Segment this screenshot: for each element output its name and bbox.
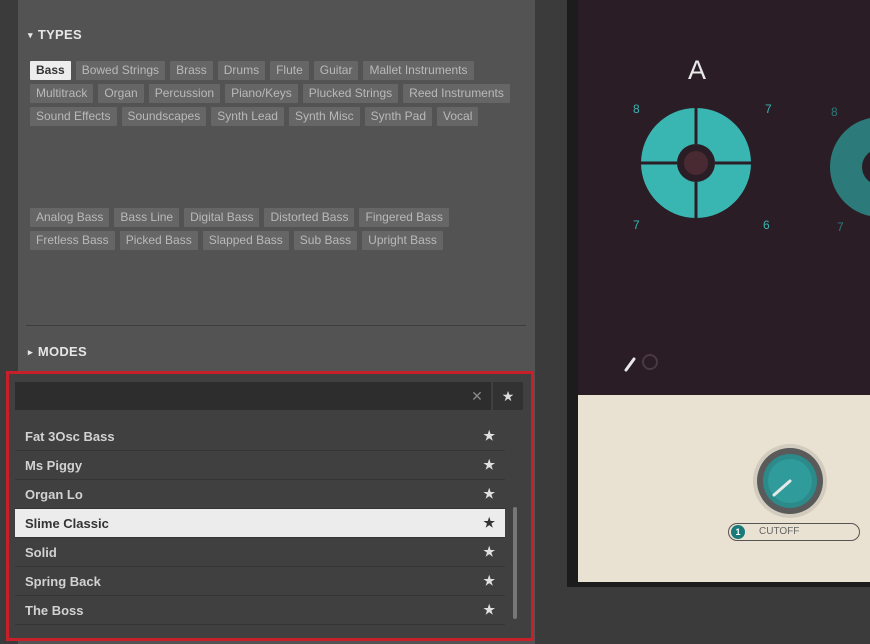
types-header[interactable]: ▾ TYPES xyxy=(28,27,82,42)
result-name: Organ Lo xyxy=(25,486,83,502)
number-label: 6 xyxy=(763,218,770,232)
pencil-icon xyxy=(624,357,636,372)
type-tag[interactable]: Sub Bass xyxy=(293,231,358,250)
favorite-star-icon[interactable]: ★ xyxy=(483,602,495,618)
result-row[interactable]: Fat 3Osc Bass ★ xyxy=(15,422,505,451)
type-tag[interactable]: Bass xyxy=(30,61,71,80)
collapsed-triangle-icon: ▸ xyxy=(28,347,33,358)
type-tag[interactable]: Fretless Bass xyxy=(30,231,115,250)
result-row[interactable]: Slime Classic ★ xyxy=(15,509,505,538)
result-name: Spring Back xyxy=(25,573,101,589)
modes-heading: MODES xyxy=(37,344,87,359)
number-label: 7 xyxy=(837,220,844,234)
type-tags: Bass Bowed Strings Brass Drums Flute Guitar Ma… xyxy=(30,61,518,126)
type-tag[interactable]: Drums xyxy=(217,61,266,80)
edit-controls xyxy=(624,354,658,372)
knob-label: CUTOFF xyxy=(759,526,800,537)
type-tag[interactable]: Mallet Instruments xyxy=(363,61,474,80)
type-tag[interactable]: Synth Pad xyxy=(364,107,433,126)
instrument-panel: A 8 7 7 6 8 7 1 CUTOFF xyxy=(567,0,870,587)
result-name: Solid xyxy=(25,544,57,560)
type-tag[interactable]: Piano/Keys xyxy=(225,84,298,103)
type-tag[interactable]: Vocal xyxy=(437,107,479,126)
clear-search-icon[interactable]: ✕ xyxy=(463,382,491,410)
result-row[interactable]: Spring Back ★ xyxy=(15,567,505,596)
type-tag[interactable]: Fingered Bass xyxy=(359,208,449,227)
favorite-star-icon[interactable]: ★ xyxy=(483,428,495,444)
type-tag[interactable]: Bass Line xyxy=(114,208,180,227)
result-row[interactable]: The Boss ★ xyxy=(15,596,505,625)
type-tag[interactable]: Guitar xyxy=(313,61,359,80)
expanded-triangle-icon: ▾ xyxy=(28,30,33,41)
result-name: The Boss xyxy=(25,602,84,618)
result-row[interactable]: Solid ★ xyxy=(15,538,505,567)
result-row[interactable]: Organ Lo ★ xyxy=(15,480,505,509)
results-panel: ✕ ★ Fat 3Osc Bass ★ Ms Piggy ★ Organ Lo ★ Slim… xyxy=(6,371,534,641)
type-tag[interactable]: Picked Bass xyxy=(119,231,198,250)
type-tag[interactable]: Percussion xyxy=(148,84,221,103)
types-heading: TYPES xyxy=(37,27,82,42)
macro-badge: 1 xyxy=(731,525,745,539)
type-tag[interactable]: Distorted Bass xyxy=(264,208,355,227)
instrument-display: A 8 7 7 6 8 7 xyxy=(578,0,870,395)
type-tag[interactable]: Synth Misc xyxy=(288,107,360,126)
type-tag[interactable]: Reed Instruments xyxy=(403,84,510,103)
favorite-star-icon[interactable]: ★ xyxy=(483,544,495,560)
section-label: A xyxy=(688,55,707,85)
number-label: 8 xyxy=(633,102,640,116)
number-label: 7 xyxy=(633,218,640,232)
subtype-tags: Analog Bass Bass Line Digital Bass Distorte… xyxy=(30,208,518,250)
search-input[interactable] xyxy=(15,382,463,410)
type-tag[interactable]: Organ xyxy=(98,84,144,103)
favorite-star-icon[interactable]: ★ xyxy=(483,457,495,473)
type-tag[interactable]: Slapped Bass xyxy=(202,231,289,250)
divider xyxy=(26,325,526,326)
type-tag[interactable]: Plucked Strings xyxy=(302,84,399,103)
cutoff-knob[interactable] xyxy=(752,443,828,523)
favorites-filter-button[interactable]: ★ xyxy=(493,382,523,410)
type-tag[interactable]: Synth Lead xyxy=(211,107,284,126)
favorite-star-icon[interactable]: ★ xyxy=(483,486,495,502)
results-list: Fat 3Osc Bass ★ Ms Piggy ★ Organ Lo ★ Slime Cl… xyxy=(15,422,505,625)
result-name: Fat 3Osc Bass xyxy=(25,428,115,444)
type-tag[interactable]: Digital Bass xyxy=(184,208,260,227)
result-name: Slime Classic xyxy=(25,515,109,531)
type-tag[interactable]: Soundscapes xyxy=(121,107,207,126)
result-row[interactable]: Ms Piggy ★ xyxy=(15,451,505,480)
type-tag[interactable]: Multitrack xyxy=(30,84,94,103)
type-tag[interactable]: Bowed Strings xyxy=(75,61,166,80)
type-tag[interactable]: Analog Bass xyxy=(30,208,110,227)
type-tag[interactable]: Brass xyxy=(170,61,213,80)
control-panel: 1 CUTOFF xyxy=(578,395,870,582)
results-scrollbar[interactable] xyxy=(513,507,517,619)
sequencer-ring[interactable] xyxy=(641,108,751,218)
number-label: 7 xyxy=(765,102,772,116)
circle-icon xyxy=(642,354,658,370)
sequencer-ring-partial[interactable] xyxy=(828,117,870,217)
favorite-star-icon[interactable]: ★ xyxy=(483,515,495,531)
type-tag[interactable]: Sound Effects xyxy=(30,107,117,126)
result-name: Ms Piggy xyxy=(25,457,83,473)
type-tag[interactable]: Upright Bass xyxy=(362,231,443,250)
favorite-star-icon[interactable]: ★ xyxy=(483,573,495,589)
cutoff-label-pill[interactable]: 1 CUTOFF xyxy=(728,523,860,541)
type-tag[interactable]: Flute xyxy=(270,61,309,80)
modes-header[interactable]: ▸ MODES xyxy=(28,344,87,359)
